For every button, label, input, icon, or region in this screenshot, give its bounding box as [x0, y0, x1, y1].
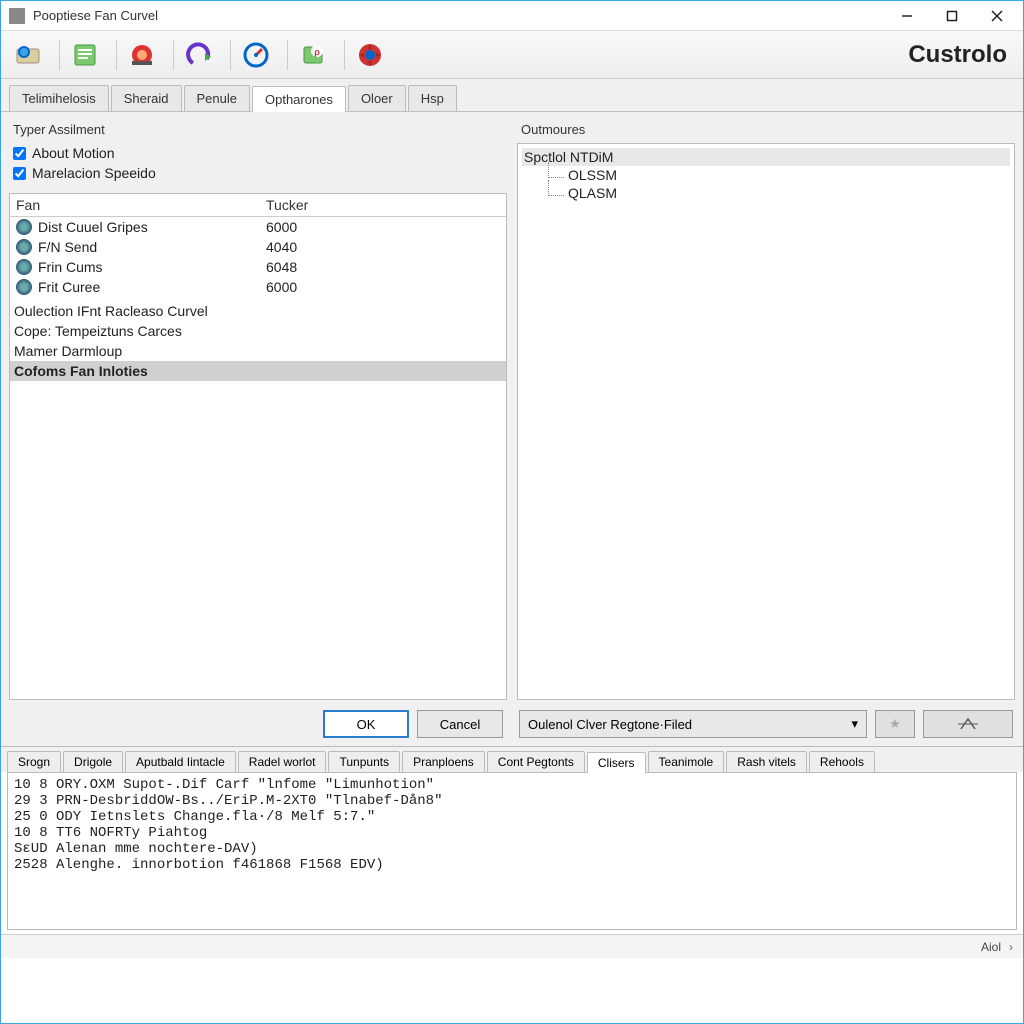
- tree-child[interactable]: OLSSM: [522, 166, 1010, 184]
- fan-row[interactable]: Dist Cuuel Gripes 6000: [10, 217, 506, 237]
- lower-tab-9[interactable]: Rash vitels: [726, 751, 807, 772]
- fan-value: 6000: [260, 217, 506, 237]
- log-output[interactable]: 10 8 ORY.OXM Supot-.Dif Carf "lnfome "Li…: [7, 772, 1017, 930]
- tab-sheraid[interactable]: Sheraid: [111, 85, 182, 111]
- toolbar-btn-6[interactable]: ρ: [294, 36, 332, 74]
- lower-tab-6[interactable]: Cont Pegtonts: [487, 751, 585, 772]
- fan-value: 6000: [260, 277, 506, 297]
- fan-icon: [16, 259, 32, 275]
- list-item[interactable]: Cofoms Fan Inloties: [10, 361, 506, 381]
- toolbar-btn-2[interactable]: [66, 36, 104, 74]
- toolbar-btn-5[interactable]: [237, 36, 275, 74]
- app-icon: [9, 8, 25, 24]
- right-panel-title: Outmoures: [517, 120, 1015, 143]
- lower-tab-4[interactable]: Tunpunts: [328, 751, 400, 772]
- lower-tabs: SrognDrigoleAputbald IintacleRadel worlo…: [1, 746, 1023, 772]
- lower-tab-5[interactable]: Pranploens: [402, 751, 485, 772]
- tab-optharones[interactable]: Optharones: [252, 86, 346, 112]
- chevron-right-icon: ›: [1009, 940, 1013, 954]
- list-item[interactable]: Cope: Tempeiztuns Carces: [10, 321, 506, 341]
- tree-child[interactable]: QLASМ: [522, 184, 1010, 202]
- window-title: Pooptiese Fan Curvel: [33, 8, 884, 23]
- action-button[interactable]: [923, 710, 1013, 738]
- check-label-0: About Motion: [32, 145, 115, 161]
- check-1[interactable]: Marelacion Speeido: [13, 165, 507, 181]
- lower-tab-1[interactable]: Drigole: [63, 751, 123, 772]
- fan-name: Frin Cums: [38, 259, 103, 275]
- tab-penule[interactable]: Penule: [184, 85, 250, 111]
- main-tabs: TelimihelosisSheraidPenuleOptharonesOloe…: [1, 79, 1023, 112]
- col-header-tucker[interactable]: Tucker: [260, 194, 506, 216]
- list-item[interactable]: Oulection IFnt Racleaso Curvel: [10, 301, 506, 321]
- fan-icon: [16, 239, 32, 255]
- status-bar: Aiol ›: [1, 934, 1023, 958]
- fan-value: 6048: [260, 257, 506, 277]
- tree-child-label: QLASМ: [568, 185, 617, 201]
- tree-child-label: OLSSM: [568, 167, 617, 183]
- tab-oloer[interactable]: Oloer: [348, 85, 406, 111]
- titlebar: Pooptiese Fan Curvel: [1, 1, 1023, 31]
- lower-tab-10[interactable]: Rehools: [809, 751, 875, 772]
- fan-name: Frit Curee: [38, 279, 100, 295]
- options-list: Oulection IFnt Racleaso CurvelCope: Temp…: [10, 297, 506, 381]
- checkbox-1[interactable]: [13, 167, 26, 180]
- ok-button[interactable]: OK: [323, 710, 409, 738]
- cancel-button[interactable]: Cancel: [417, 710, 503, 738]
- fan-table: Fan Tucker Dist Cuuel Gripes6000F/N Send…: [10, 194, 506, 297]
- toolbar-btn-3[interactable]: [123, 36, 161, 74]
- brand-label: Custrolo: [908, 41, 1015, 69]
- checks-group: About Motion Marelacion Speeido: [9, 143, 507, 193]
- toolbar-btn-1[interactable]: [9, 36, 47, 74]
- tree-view[interactable]: Spctlol NTDiM OLSSM QLASМ: [518, 144, 1014, 206]
- status-text: Aiol: [981, 940, 1001, 954]
- tree-connector-icon: [548, 180, 564, 196]
- star-icon: ★: [889, 716, 901, 732]
- minimize-button[interactable]: [884, 2, 929, 30]
- tab-hsp[interactable]: Hsp: [408, 85, 457, 111]
- lower-tab-7[interactable]: Clisers: [587, 752, 646, 773]
- filter-combo[interactable]: Oulenol Clver Regtone·Filed ▾: [519, 710, 867, 738]
- toolbar-btn-7[interactable]: [351, 36, 389, 74]
- filter-combo-label: Oulenol Clver Regtone·Filed: [528, 717, 692, 732]
- check-label-1: Marelacion Speeido: [32, 165, 156, 181]
- check-0[interactable]: About Motion: [13, 145, 507, 161]
- fan-row[interactable]: Frit Curee 6000: [10, 277, 506, 297]
- lower-tab-0[interactable]: Srogn: [7, 751, 61, 772]
- lower-tab-8[interactable]: Teanimole: [648, 751, 725, 772]
- list-item[interactable]: Mamer Darmloup: [10, 341, 506, 361]
- fan-row[interactable]: Frin Cums 6048: [10, 257, 506, 277]
- chevron-down-icon: ▾: [851, 716, 858, 732]
- toolbar-btn-4[interactable]: [180, 36, 218, 74]
- fan-table-header: Fan Tucker: [10, 194, 506, 217]
- tab-telimihelosis[interactable]: Telimihelosis: [9, 85, 109, 111]
- left-panel: Typer Assilment About Motion Marelacion S…: [9, 120, 507, 738]
- fan-row[interactable]: F/N Send 4040: [10, 237, 506, 257]
- lower-tab-3[interactable]: Radel worlot: [238, 751, 327, 772]
- maximize-button[interactable]: [929, 2, 974, 30]
- left-panel-title: Typer Assilment: [9, 120, 507, 143]
- fan-icon: [16, 279, 32, 295]
- fan-icon: [16, 219, 32, 235]
- checkbox-0[interactable]: [13, 147, 26, 160]
- main-toolbar: ρ Custrolo: [1, 31, 1023, 79]
- fan-name: Dist Cuuel Gripes: [38, 219, 148, 235]
- tree-root[interactable]: Spctlol NTDiM: [522, 148, 1010, 166]
- fan-value: 4040: [260, 237, 506, 257]
- svg-text:ρ: ρ: [314, 47, 320, 57]
- lower-tab-2[interactable]: Aputbald Iintacle: [125, 751, 236, 772]
- content-area: Typer Assilment About Motion Marelacion S…: [1, 112, 1023, 746]
- col-header-fan[interactable]: Fan: [10, 194, 260, 216]
- right-panel: Outmoures Spctlol NTDiM OLSSM QLASМ Oulen…: [517, 120, 1015, 738]
- close-button[interactable]: [974, 2, 1019, 30]
- star-button[interactable]: ★: [875, 710, 915, 738]
- fan-name: F/N Send: [38, 239, 97, 255]
- tree-connector-icon: [548, 162, 564, 178]
